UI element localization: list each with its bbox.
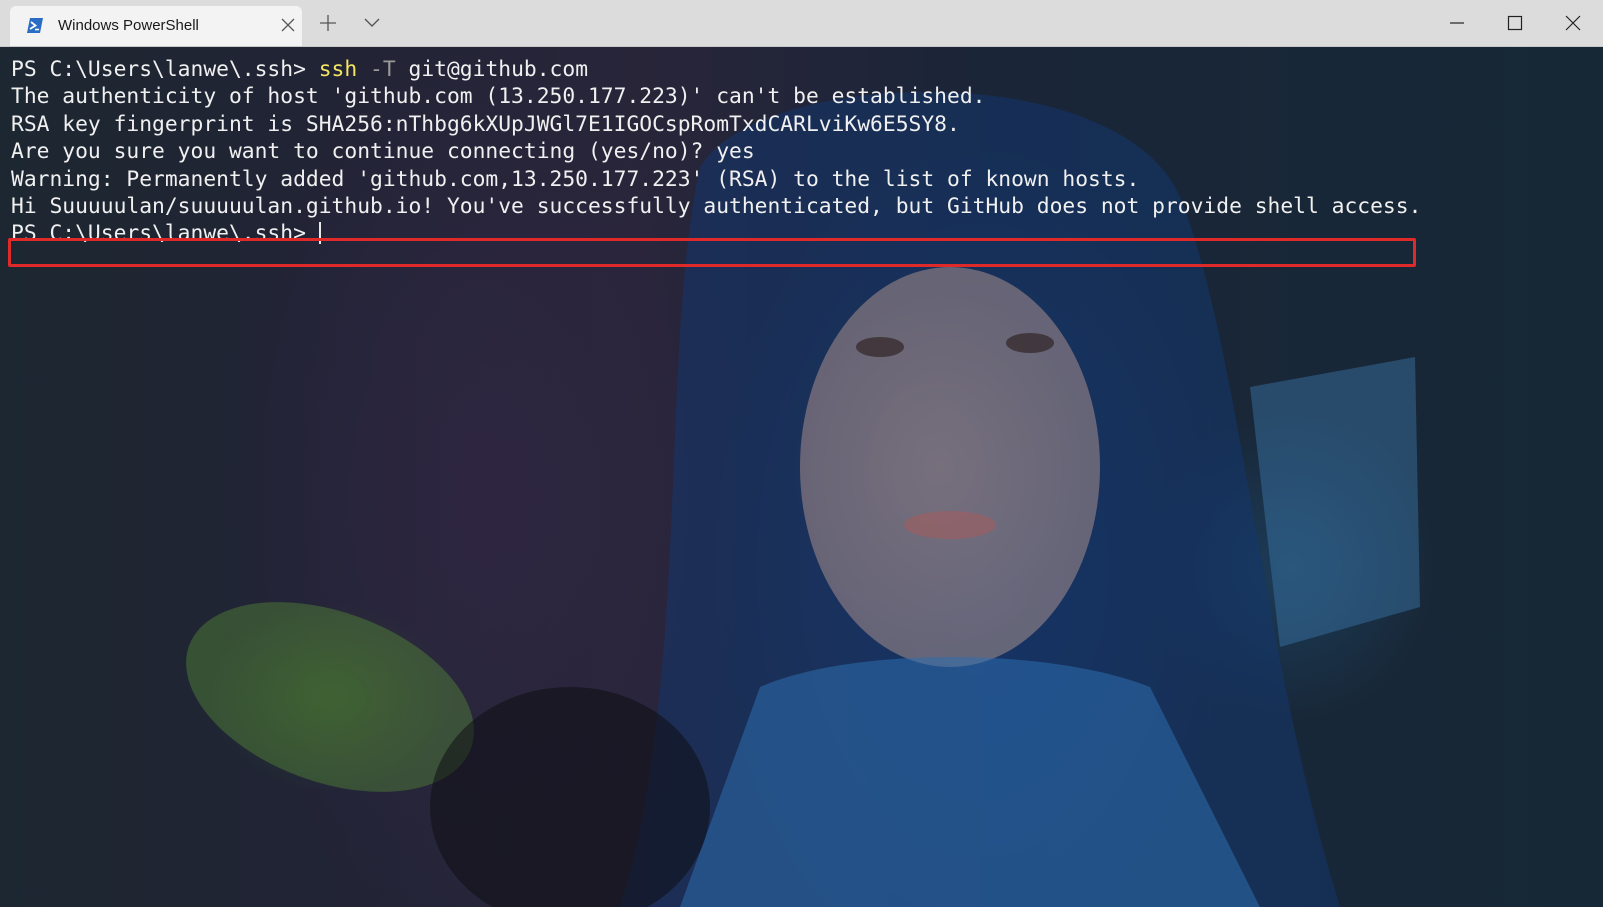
- powershell-icon: [27, 18, 43, 33]
- tab-windows-powershell[interactable]: Windows PowerShell: [10, 6, 302, 46]
- command-flag: -T: [370, 57, 396, 82]
- command-argument: git@github.com: [408, 57, 589, 82]
- minimize-icon: [1450, 22, 1464, 24]
- minimize-button[interactable]: [1436, 8, 1480, 38]
- title-bar: Windows PowerShell: [0, 0, 1603, 47]
- command-line: PS C:\Users\lanwe\.ssh> ssh -T git@githu…: [11, 56, 1421, 83]
- output-line: RSA key fingerprint is SHA256:nThbg6kXUp…: [11, 111, 960, 137]
- terminal-output: PS C:\Users\lanwe\.ssh> ssh -T git@githu…: [11, 56, 1421, 248]
- prompt: PS C:\Users\lanwe\.ssh>: [11, 57, 319, 82]
- output-line: Warning: Permanently added 'github.com,1…: [11, 166, 1140, 192]
- terminal-window: Windows PowerShell PS C:\Users\lanwe\.ss…: [0, 0, 1603, 907]
- command-program: ssh: [318, 57, 358, 82]
- output-line-highlighted: Hi Suuuuulan/suuuuulan.github.io! You've…: [11, 193, 1422, 219]
- tab-close-icon[interactable]: [280, 17, 296, 33]
- maximize-icon: [1507, 15, 1523, 31]
- annotation-highlight-box: [8, 238, 1416, 267]
- tab-title: Windows PowerShell: [58, 17, 199, 34]
- terminal-area[interactable]: PS C:\Users\lanwe\.ssh> ssh -T git@githu…: [0, 47, 1603, 907]
- maximize-button[interactable]: [1494, 8, 1538, 38]
- close-button[interactable]: [1552, 8, 1596, 38]
- new-tab-icon[interactable]: [318, 13, 338, 33]
- close-icon: [1565, 15, 1581, 31]
- chevron-down-icon[interactable]: [362, 15, 382, 31]
- output-line: Are you sure you want to continue connec…: [11, 139, 755, 165]
- output-line: The authenticity of host 'github.com (13…: [11, 84, 986, 110]
